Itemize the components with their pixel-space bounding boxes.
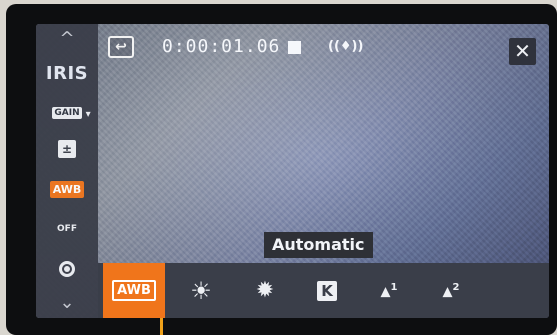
custom-wb-1-icon: ▲1 xyxy=(380,281,398,300)
kelvin-icon: K xyxy=(317,280,337,301)
wb-option-custom-1[interactable]: ▲1 xyxy=(358,263,420,318)
wb-mode-label: Automatic xyxy=(264,232,373,258)
menu-item-nd-filter[interactable]: OFF xyxy=(36,216,98,242)
focus-ring-icon xyxy=(59,261,75,277)
exposure-compensation-icon: ± xyxy=(58,140,76,158)
menu-item-white-balance[interactable]: AWB xyxy=(36,176,98,202)
white-balance-icon: AWB xyxy=(49,180,85,198)
sun-icon: ☀ xyxy=(190,276,212,305)
image-stabilizer-icon: ((♦)) xyxy=(328,39,364,54)
wb-option-awb[interactable]: AWB xyxy=(103,263,165,318)
awb-icon: AWB xyxy=(112,280,156,301)
close-button[interactable]: ✕ xyxy=(509,38,536,65)
menu-item-gain[interactable]: GAIN xyxy=(36,102,98,124)
scroll-up-icon[interactable]: ^ xyxy=(36,26,98,50)
menu-item-exposure[interactable]: ± xyxy=(36,137,98,161)
iris-label: IRIS xyxy=(45,62,89,84)
menu-item-focus[interactable] xyxy=(36,256,98,282)
wb-option-daylight[interactable]: ☀ xyxy=(170,263,232,318)
wb-option-tungsten[interactable]: ✹ xyxy=(234,263,296,318)
tungsten-icon: ✹ xyxy=(255,278,275,303)
timecode: 0:00:01.06 xyxy=(162,36,281,57)
wb-option-custom-2[interactable]: ▲2 xyxy=(420,263,482,318)
custom-wb-2-icon: ▲2 xyxy=(442,281,460,300)
scroll-down-icon[interactable]: ⌄ xyxy=(36,290,98,314)
wb-option-kelvin[interactable]: K xyxy=(296,263,358,318)
white-balance-options: AWB ☀ ✹ K ▲1 ▲2 xyxy=(98,263,549,318)
back-button[interactable]: ↩ xyxy=(108,36,134,58)
gain-icon: GAIN xyxy=(52,107,91,120)
nd-filter-off-icon: OFF xyxy=(57,224,77,234)
menu-item-iris[interactable]: IRIS xyxy=(36,59,98,87)
function-menu-sidebar: ^ IRIS GAIN ± AWB OFF ⌄ xyxy=(36,24,98,318)
camera-screen: ^ IRIS GAIN ± AWB OFF ⌄ ↩ 0:00:01.06 ((♦… xyxy=(36,24,549,318)
record-standby-icon xyxy=(288,41,301,54)
selection-pointer xyxy=(160,318,163,335)
